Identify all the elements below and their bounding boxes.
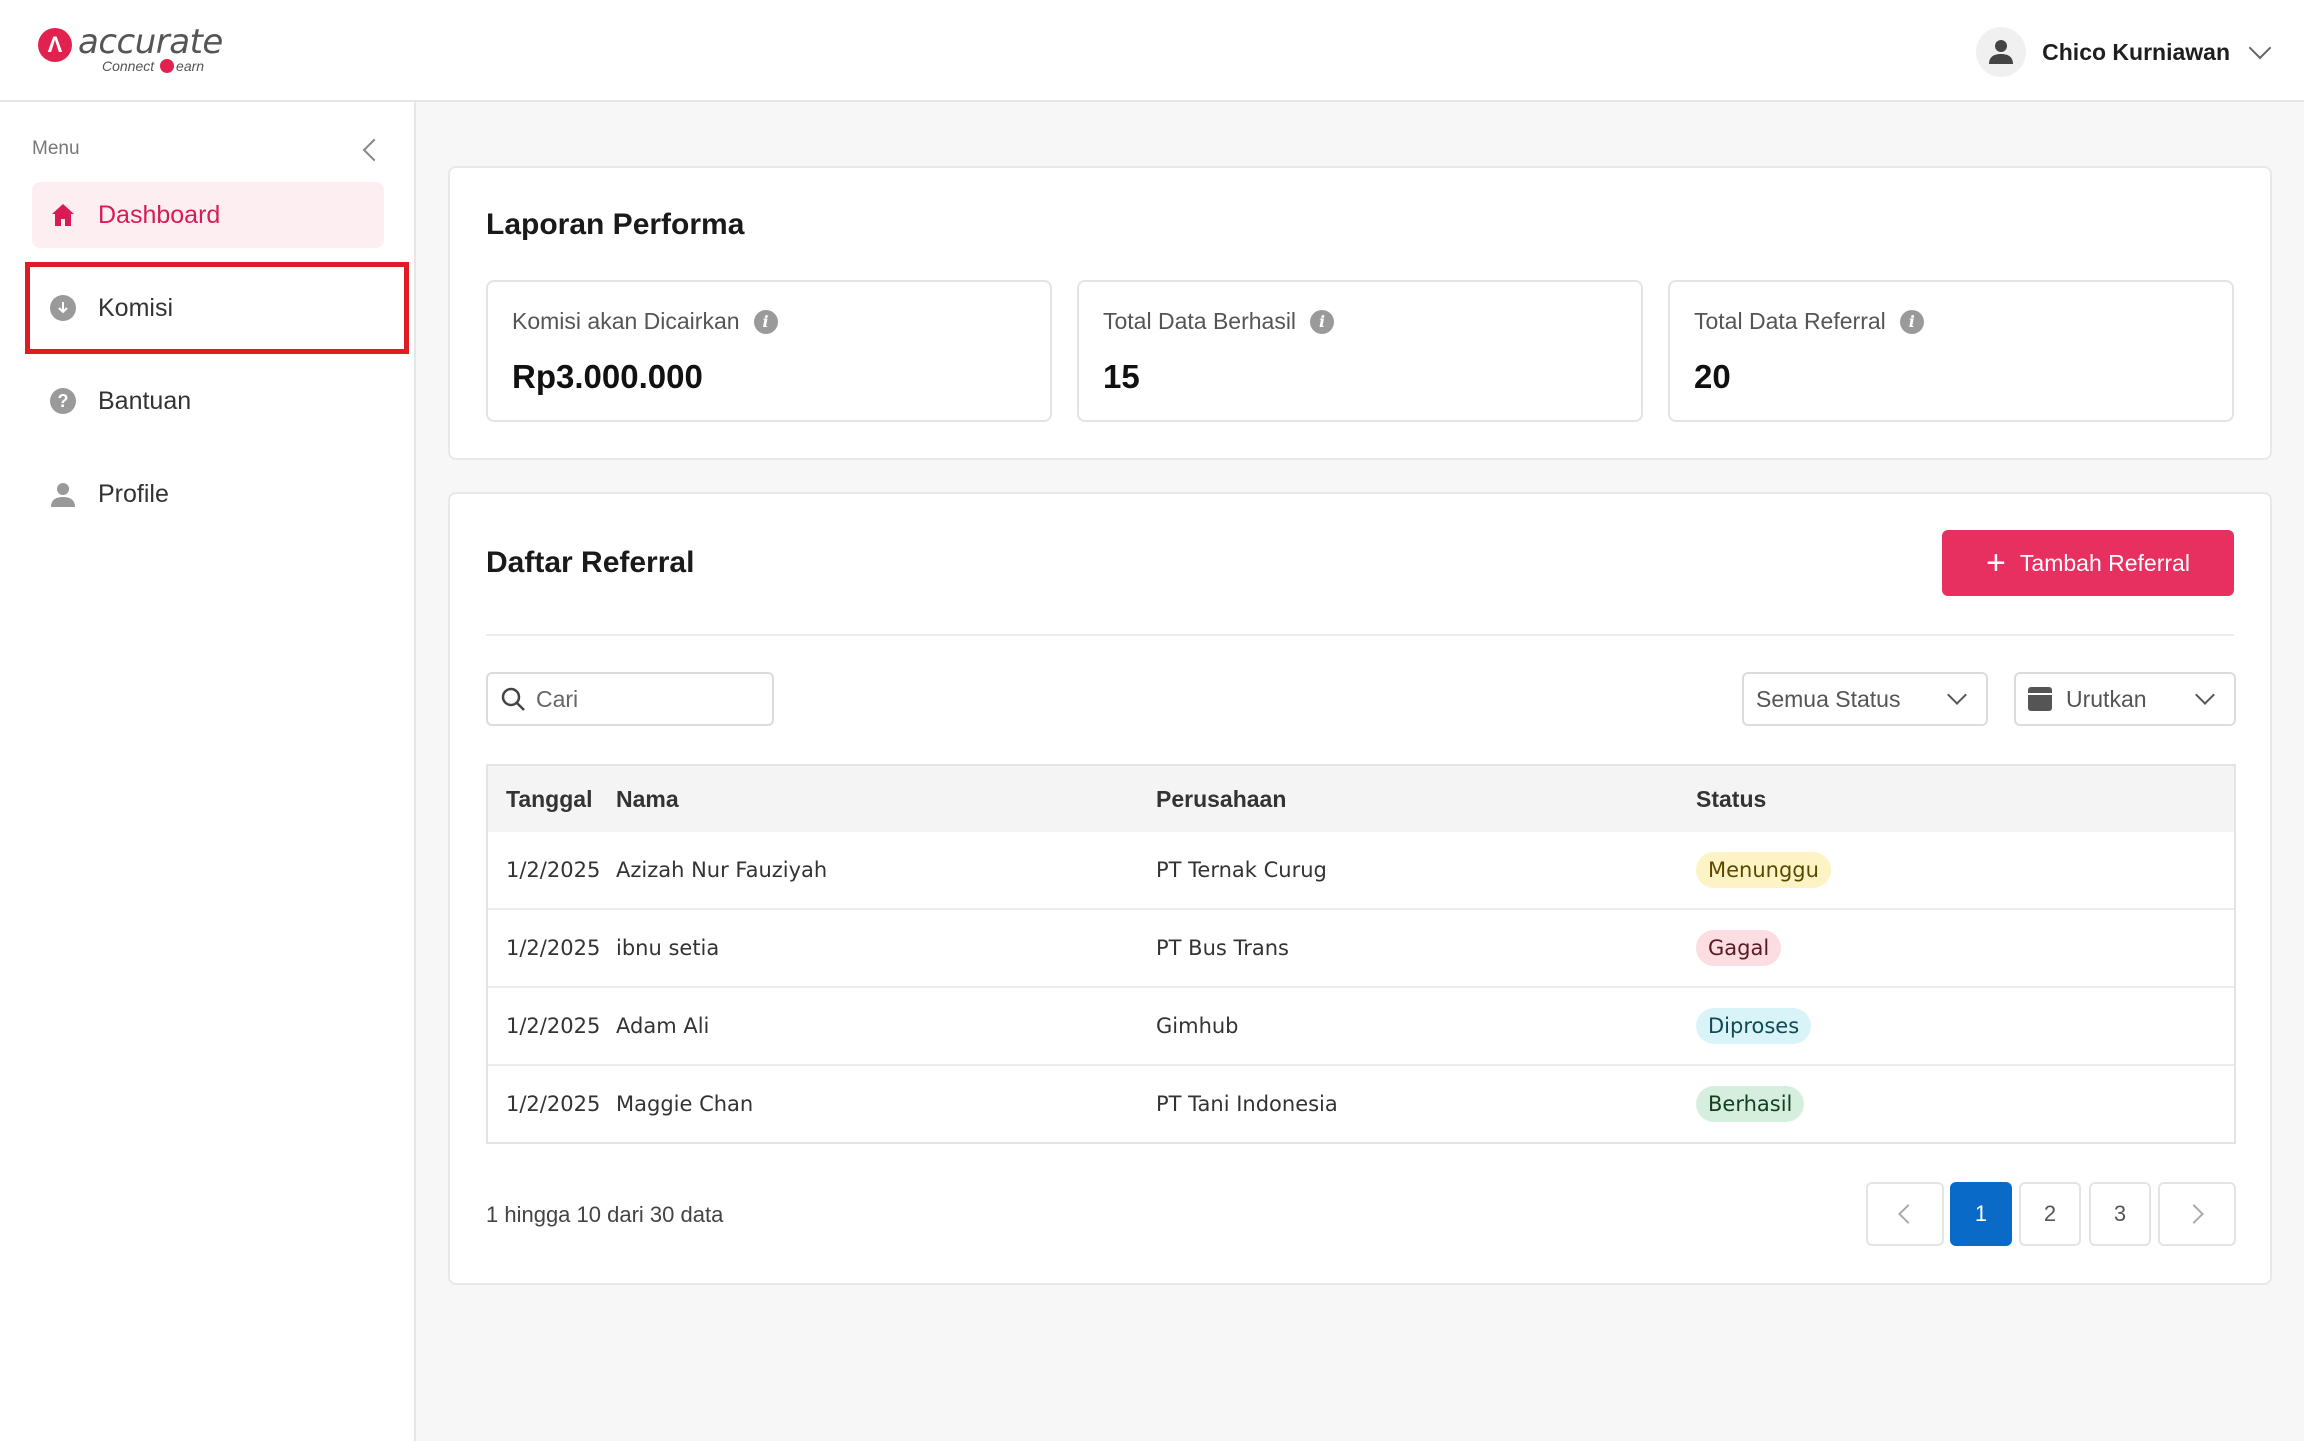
sidebar-item-dashboard[interactable]: Dashboard	[32, 182, 384, 248]
home-icon	[52, 204, 74, 226]
pagination-page-2[interactable]: 2	[2019, 1182, 2081, 1246]
cell-name: Azizah Nur Fauziyah	[616, 858, 828, 882]
collapse-sidebar-icon[interactable]	[362, 138, 386, 162]
status-badge: Diproses	[1696, 1008, 1812, 1044]
stat-label-text: Total Data Referral	[1694, 308, 1886, 334]
sidebar-item-profile[interactable]: Profile	[32, 461, 384, 527]
cell-name: Maggie Chan	[616, 1092, 754, 1116]
status-badge: Gagal	[1696, 930, 1782, 966]
top-header: Λ accurate Connect earn Chico Kurniawan	[0, 0, 2304, 102]
status-filter-select[interactable]: Semua Status	[1742, 672, 1988, 726]
table-row[interactable]: 1/2/2025 ibnu setia PT Bus Trans Gagal	[488, 908, 2234, 986]
table-row[interactable]: 1/2/2025 Adam Ali Gimhub Diproses	[488, 986, 2234, 1064]
cell-company: PT Tani Indonesia	[1156, 1092, 1338, 1116]
chevron-down-icon	[2195, 685, 2215, 705]
stat-value: 15	[1103, 358, 1140, 395]
column-header-status[interactable]: Status	[1696, 786, 2234, 813]
plus-icon: +	[1986, 544, 2006, 582]
chevron-right-icon	[2184, 1204, 2204, 1224]
sidebar-item-bantuan[interactable]: ? Bantuan	[32, 368, 384, 434]
status-badge: Menunggu	[1696, 852, 1831, 888]
pagination-summary: 1 hingga 10 dari 30 data	[486, 1202, 724, 1227]
pagination-next-button[interactable]	[2158, 1182, 2236, 1246]
cell-date: 1/2/2025	[506, 936, 601, 960]
stat-label-text: Komisi akan Dicairkan	[512, 308, 740, 334]
chevron-left-icon	[1898, 1204, 1918, 1224]
info-icon[interactable]: i	[753, 309, 778, 334]
info-icon[interactable]: i	[1310, 309, 1335, 334]
pagination-page-1[interactable]: 1	[1950, 1182, 2012, 1246]
sidebar-item-label: Komisi	[98, 293, 174, 322]
brand-dot-icon	[160, 59, 175, 73]
brand-logo[interactable]: Λ accurate Connect earn	[38, 22, 223, 80]
column-header-name[interactable]: Nama	[616, 786, 1156, 813]
sort-value: Urutkan	[2066, 685, 2147, 712]
stat-value: 20	[1694, 358, 1731, 395]
stat-card-referral: Total Data Referral i 20	[1668, 280, 2234, 422]
stat-value: Rp3.000.000	[512, 358, 703, 395]
status-badge: Berhasil	[1696, 1086, 1805, 1122]
column-header-company[interactable]: Perusahaan	[1156, 786, 1696, 813]
table-row[interactable]: 1/2/2025 Azizah Nur Fauziyah PT Ternak C…	[488, 832, 2234, 908]
cell-name: ibnu setia	[616, 936, 720, 960]
user-icon	[1989, 40, 2014, 64]
avatar	[1976, 27, 2027, 77]
sidebar: Menu Dashboard Komisi ? Bantuan Profile	[0, 102, 416, 1441]
stat-label: Komisi akan Dicairkan i	[512, 308, 778, 335]
user-icon	[51, 483, 75, 507]
chevron-down-icon	[1947, 685, 1967, 705]
search-field[interactable]	[486, 672, 774, 726]
stat-label: Total Data Berhasil i	[1103, 308, 1335, 335]
cell-date: 1/2/2025	[506, 858, 601, 882]
referral-title: Daftar Referral	[486, 546, 695, 579]
brand-tagline-right: earn	[176, 58, 205, 74]
sort-select[interactable]: Urutkan	[2014, 672, 2236, 726]
calendar-icon	[2028, 687, 2052, 711]
referral-card: Daftar Referral + Tambah Referral Semua …	[448, 492, 2272, 1285]
download-circle-icon	[50, 295, 76, 321]
brand-tagline: Connect earn	[102, 58, 204, 74]
sidebar-item-label: Bantuan	[98, 386, 192, 415]
brand-logo-icon: Λ	[38, 28, 72, 62]
search-icon	[501, 687, 525, 711]
performance-card: Laporan Performa Komisi akan Dicairkan i …	[448, 166, 2272, 460]
referral-table: Tanggal Nama Perusahaan Status 1/2/2025 …	[486, 764, 2236, 1144]
brand-name: accurate	[78, 22, 223, 62]
user-menu[interactable]: Chico Kurniawan	[1976, 27, 2274, 77]
cell-company: PT Bus Trans	[1156, 936, 1289, 960]
info-icon[interactable]: i	[1899, 309, 1924, 334]
cell-date: 1/2/2025	[506, 1014, 601, 1038]
performance-title: Laporan Performa	[486, 208, 745, 241]
table-header: Tanggal Nama Perusahaan Status	[488, 766, 2234, 832]
divider	[486, 634, 2234, 636]
add-referral-button[interactable]: + Tambah Referral	[1942, 530, 2234, 596]
cell-date: 1/2/2025	[506, 1092, 601, 1116]
menu-label: Menu	[32, 138, 80, 159]
brand-tagline-left: Connect	[102, 58, 155, 74]
cell-company: Gimhub	[1156, 1014, 1239, 1038]
chevron-down-icon[interactable]	[2248, 36, 2272, 60]
stat-label-text: Total Data Berhasil	[1103, 308, 1297, 334]
stat-label: Total Data Referral i	[1694, 308, 1924, 335]
question-circle-icon: ?	[50, 388, 76, 414]
pagination-prev-button[interactable]	[1866, 1182, 1944, 1246]
add-referral-label: Tambah Referral	[2019, 549, 2190, 576]
search-input[interactable]	[536, 685, 756, 713]
cell-company: PT Ternak Curug	[1156, 858, 1327, 882]
stat-card-success: Total Data Berhasil i 15	[1077, 280, 1643, 422]
sidebar-item-label: Profile	[98, 479, 169, 508]
sidebar-item-komisi[interactable]: Komisi	[25, 262, 409, 354]
column-header-date[interactable]: Tanggal	[488, 786, 616, 813]
cell-name: Adam Ali	[616, 1014, 710, 1038]
sidebar-item-label: Dashboard	[98, 200, 221, 229]
stat-card-commission: Komisi akan Dicairkan i Rp3.000.000	[486, 280, 1052, 422]
status-filter-value: Semua Status	[1756, 685, 1901, 712]
table-row[interactable]: 1/2/2025 Maggie Chan PT Tani Indonesia B…	[488, 1064, 2234, 1142]
user-name: Chico Kurniawan	[2042, 38, 2230, 65]
pagination-page-3[interactable]: 3	[2089, 1182, 2151, 1246]
